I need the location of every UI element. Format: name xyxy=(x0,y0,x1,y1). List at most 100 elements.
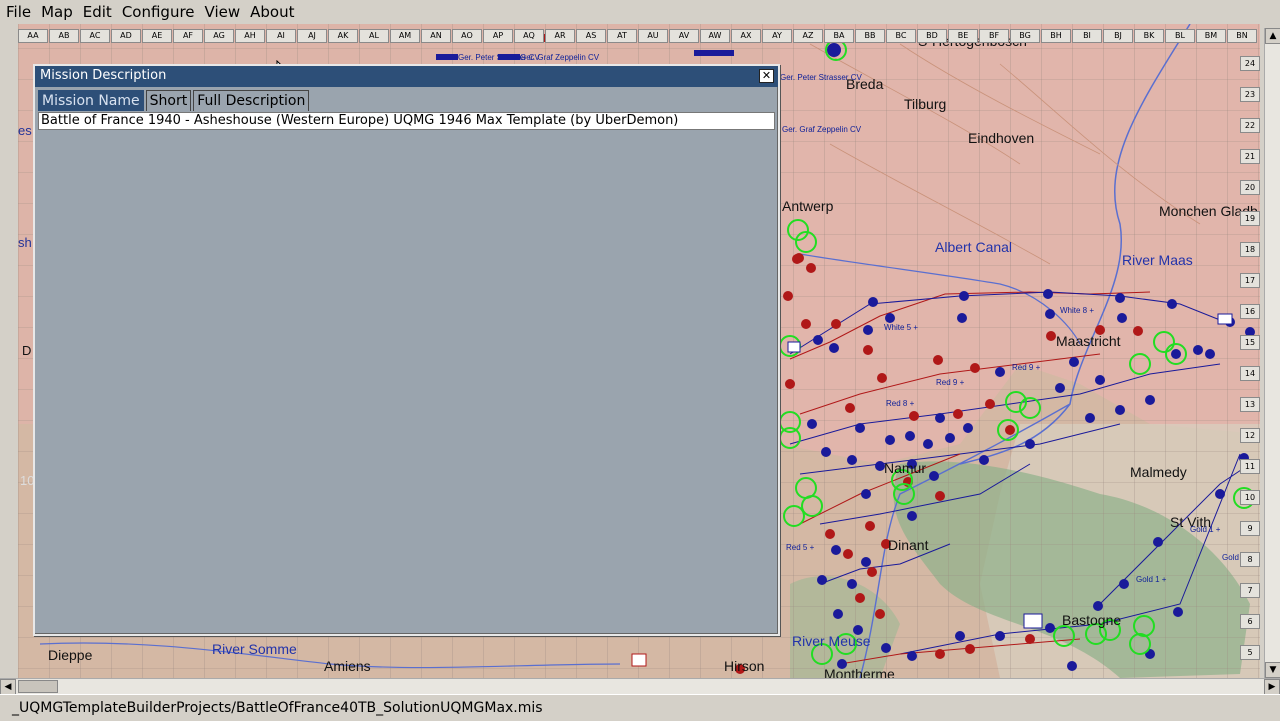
city-antwerp: Antwerp xyxy=(782,198,834,214)
dialog-tabs: Mission Name Short Full Description xyxy=(38,90,311,112)
horizontal-scrollbar[interactable]: ◀ ▶ xyxy=(0,678,1280,695)
column-label: BL xyxy=(1165,29,1195,43)
tab-full-description[interactable]: Full Description xyxy=(193,90,310,111)
row-label: 12 xyxy=(1240,428,1260,443)
column-label: AU xyxy=(638,29,668,43)
waypoint-label-gold1: Gold 1 + xyxy=(1136,575,1167,584)
status-file-path: _UQMGTemplateBuilderProjects/BattleOfFra… xyxy=(12,700,543,716)
waypoint-label-red5: Red 5 + xyxy=(786,543,815,552)
city-maastricht: Maastricht xyxy=(1056,333,1121,349)
vertical-scrollbar[interactable]: ▲ ▼ xyxy=(1264,28,1280,678)
column-label: AD xyxy=(111,29,141,43)
row-label: 23 xyxy=(1240,87,1260,102)
row-label: 18 xyxy=(1240,242,1260,257)
column-ruler: AA AB AC AD AE AF AG AH AI AJ AK AL AM AN AO AP AQ AR AS AT… xyxy=(18,29,1260,43)
city-bastogne: Bastogne xyxy=(1062,612,1122,628)
tab-mission-name[interactable]: Mission Name xyxy=(38,90,144,111)
scroll-up-arrow-icon[interactable]: ▲ xyxy=(1265,28,1280,44)
menu-edit[interactable]: Edit xyxy=(78,0,117,24)
row-label: 6 xyxy=(1240,614,1260,629)
city-malmedy: Malmedy xyxy=(1130,464,1187,480)
mission-name-field[interactable]: Battle of France 1940 - Asheshouse (West… xyxy=(38,112,775,130)
menu-file[interactable]: File xyxy=(0,0,36,24)
column-label: BG xyxy=(1010,29,1040,43)
city-amiens: Amiens xyxy=(324,658,371,674)
column-label: AP xyxy=(483,29,513,43)
waypoint-label-gold1-b: Gold 1 + xyxy=(1190,525,1221,534)
column-label: AO xyxy=(452,29,482,43)
row-label: 16 xyxy=(1240,304,1260,319)
status-bar: _UQMGTemplateBuilderProjects/BattleOfFra… xyxy=(0,694,1280,721)
row-label: 22 xyxy=(1240,118,1260,133)
edge-fragment-1: es xyxy=(18,123,32,138)
column-label: BC xyxy=(886,29,916,43)
column-label: BD xyxy=(917,29,947,43)
column-label: AV xyxy=(669,29,699,43)
column-label: BE xyxy=(948,29,978,43)
menu-view[interactable]: View xyxy=(200,0,246,24)
river-label-meuse: River Meuse xyxy=(792,633,871,649)
menu-about[interactable]: About xyxy=(245,0,299,24)
column-label: BB xyxy=(855,29,885,43)
column-label: BN xyxy=(1227,29,1257,43)
row-label: 5 xyxy=(1240,645,1260,660)
column-label: AB xyxy=(49,29,79,43)
column-label: AC xyxy=(80,29,110,43)
row-label: 11 xyxy=(1240,459,1260,474)
column-label: AM xyxy=(390,29,420,43)
city-dinant: Dinant xyxy=(888,537,929,553)
row-label: 14 xyxy=(1240,366,1260,381)
menu-configure[interactable]: Configure xyxy=(117,0,200,24)
column-label: AQ xyxy=(514,29,544,43)
city-dieppe: Dieppe xyxy=(48,647,93,663)
river-label-maas: River Maas xyxy=(1122,252,1193,268)
column-label: BI xyxy=(1072,29,1102,43)
dialog-titlebar[interactable]: Mission Description ✕ xyxy=(35,66,778,87)
river-label-somme: River Somme xyxy=(212,641,297,657)
row-label: 17 xyxy=(1240,273,1260,288)
column-label: AW xyxy=(700,29,730,43)
carrier-label-strasser-2: Ger. Peter Strasser CV xyxy=(780,73,862,82)
scroll-left-arrow-icon[interactable]: ◀ xyxy=(0,679,16,695)
row-ruler: 24 23 22 21 20 19 18 17 16 15 14 13 12 11 10 9 8 7 6 5 xyxy=(1240,56,1260,706)
waypoint-label-white5: White 5 + xyxy=(884,323,919,332)
column-label: AG xyxy=(204,29,234,43)
row-label: 19 xyxy=(1240,211,1260,226)
mission-description-dialog: Mission Description ✕ Mission Name Short… xyxy=(33,64,780,636)
column-label: AE xyxy=(142,29,172,43)
city-tilburg: Tilburg xyxy=(904,96,947,112)
column-label: AK xyxy=(328,29,358,43)
row-label: 24 xyxy=(1240,56,1260,71)
river-label-albert-canal: Albert Canal xyxy=(935,239,1013,255)
edge-fragment-3: D xyxy=(22,343,32,358)
waypoint-label-red8: Red 8 + xyxy=(886,399,915,408)
column-label: AX xyxy=(731,29,761,43)
close-icon[interactable]: ✕ xyxy=(759,69,774,83)
column-label: BA xyxy=(824,29,854,43)
tab-short[interactable]: Short xyxy=(145,90,192,111)
column-label: AS xyxy=(576,29,606,43)
carrier-label-zeppelin-2: Ger. Graf Zeppelin CV xyxy=(782,125,862,134)
scroll-right-arrow-icon[interactable]: ▶ xyxy=(1264,679,1280,695)
column-label: BH xyxy=(1041,29,1071,43)
row-label: 8 xyxy=(1240,552,1260,567)
column-label: AZ xyxy=(793,29,823,43)
waypoint-label-white8: White 8 + xyxy=(1060,306,1095,315)
menu-map[interactable]: Map xyxy=(36,0,78,24)
row-label: 13 xyxy=(1240,397,1260,412)
column-label: BK xyxy=(1134,29,1164,43)
row-label: 15 xyxy=(1240,335,1260,350)
dialog-title: Mission Description xyxy=(40,68,167,83)
row-label: 21 xyxy=(1240,149,1260,164)
horizontal-scroll-thumb[interactable] xyxy=(18,680,58,693)
city-namur: Namur xyxy=(884,460,927,476)
city-eindhoven: Eindhoven xyxy=(968,130,1035,146)
column-label: AA xyxy=(18,29,48,43)
column-label: BM xyxy=(1196,29,1226,43)
row-label: 20 xyxy=(1240,180,1260,195)
menu-bar: File Map Edit Configure View About xyxy=(0,0,1280,24)
city-hirson: Hirson xyxy=(724,658,765,674)
scroll-down-arrow-icon[interactable]: ▼ xyxy=(1265,662,1280,678)
row-label: 7 xyxy=(1240,583,1260,598)
column-label: AJ xyxy=(297,29,327,43)
